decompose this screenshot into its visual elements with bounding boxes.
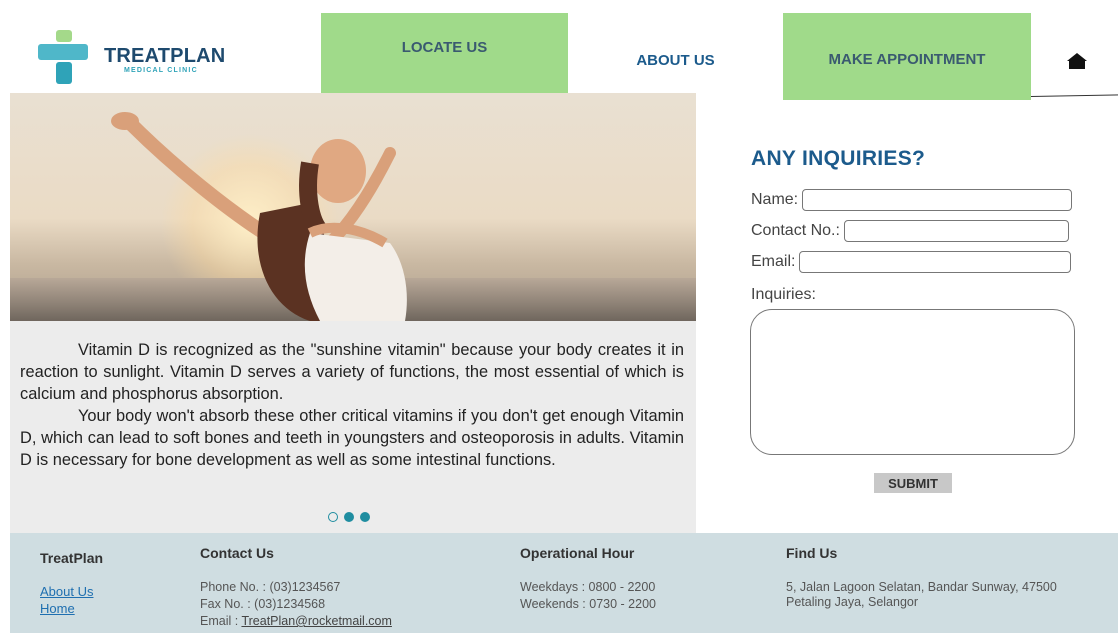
- footer-contact-title: Contact Us: [200, 545, 274, 561]
- inquiry-form-title: ANY INQUIRIES?: [751, 147, 926, 170]
- footer-hours-title: Operational Hour: [520, 545, 635, 561]
- home-icon[interactable]: [1066, 52, 1088, 70]
- logo-mark-top: [56, 30, 72, 42]
- footer-weekends: Weekends : 0730 - 2200: [520, 597, 656, 611]
- footer-fax: Fax No. : (03)1234568: [200, 597, 326, 611]
- name-label: Name:: [751, 191, 799, 208]
- logo[interactable]: TREATPLAN MEDICAL CLINIC: [38, 30, 238, 86]
- contact-label: Contact No.:: [751, 222, 840, 239]
- email-label: Email:: [751, 253, 796, 270]
- footer-brand-title: TreatPlan: [40, 550, 104, 566]
- article-paragraph-1: Vitamin D is recognized as the "sunshine…: [20, 341, 684, 403]
- footer-email-row: Email : TreatPlan@rocketmail.com: [200, 614, 392, 629]
- nav-make-appointment[interactable]: MAKE APPOINTMENT: [783, 13, 1031, 100]
- footer-link-home[interactable]: Home: [40, 600, 75, 617]
- carousel-dot-2[interactable]: [344, 512, 354, 522]
- footer-address: 5, Jalan Lagoon Selatan, Bandar Sunway, …: [786, 580, 1057, 609]
- contact-input[interactable]: [843, 220, 1069, 242]
- inquiries-textarea[interactable]: [750, 309, 1075, 455]
- footer-email-prefix: Email :: [200, 614, 242, 628]
- nav-about-us[interactable]: ABOUT US: [568, 13, 783, 93]
- email-row: Email:: [751, 251, 1072, 273]
- article-text: Vitamin D is recognized as the "sunshine…: [20, 339, 684, 471]
- contact-row: Contact No.:: [751, 220, 1069, 242]
- main-content: Vitamin D is recognized as the "sunshine…: [10, 93, 696, 533]
- inquiries-label: Inquiries:: [751, 286, 816, 303]
- article-paragraph-2: Your body won't absorb these other criti…: [20, 407, 684, 469]
- submit-button[interactable]: SUBMIT: [874, 473, 952, 493]
- brand-tagline: MEDICAL CLINIC: [124, 67, 198, 74]
- carousel-indicators: [328, 512, 370, 522]
- footer-phone: Phone No. : (03)1234567: [200, 580, 341, 594]
- hero-image: [10, 93, 696, 321]
- footer-link-about-us[interactable]: About Us: [40, 583, 93, 600]
- carousel-dot-3[interactable]: [360, 512, 370, 522]
- nav-locate-us[interactable]: LOCATE US: [321, 13, 568, 93]
- name-row: Name:: [751, 189, 1073, 211]
- carousel-dot-1[interactable]: [328, 512, 338, 522]
- name-input[interactable]: [802, 189, 1073, 211]
- nav-underline: [1030, 94, 1118, 97]
- email-input[interactable]: [799, 251, 1072, 273]
- footer: TreatPlan About Us Home Contact Us Phone…: [10, 533, 1118, 633]
- footer-email-link[interactable]: TreatPlan@rocketmail.com: [241, 614, 391, 628]
- footer-find-title: Find Us: [786, 545, 838, 561]
- hero-woman-illustration: [111, 112, 407, 321]
- brand-name: TREATPLAN: [104, 45, 226, 67]
- logo-mark-middle: [38, 44, 88, 60]
- footer-weekdays: Weekdays : 0800 - 2200: [520, 580, 656, 594]
- logo-mark-bottom: [56, 62, 72, 84]
